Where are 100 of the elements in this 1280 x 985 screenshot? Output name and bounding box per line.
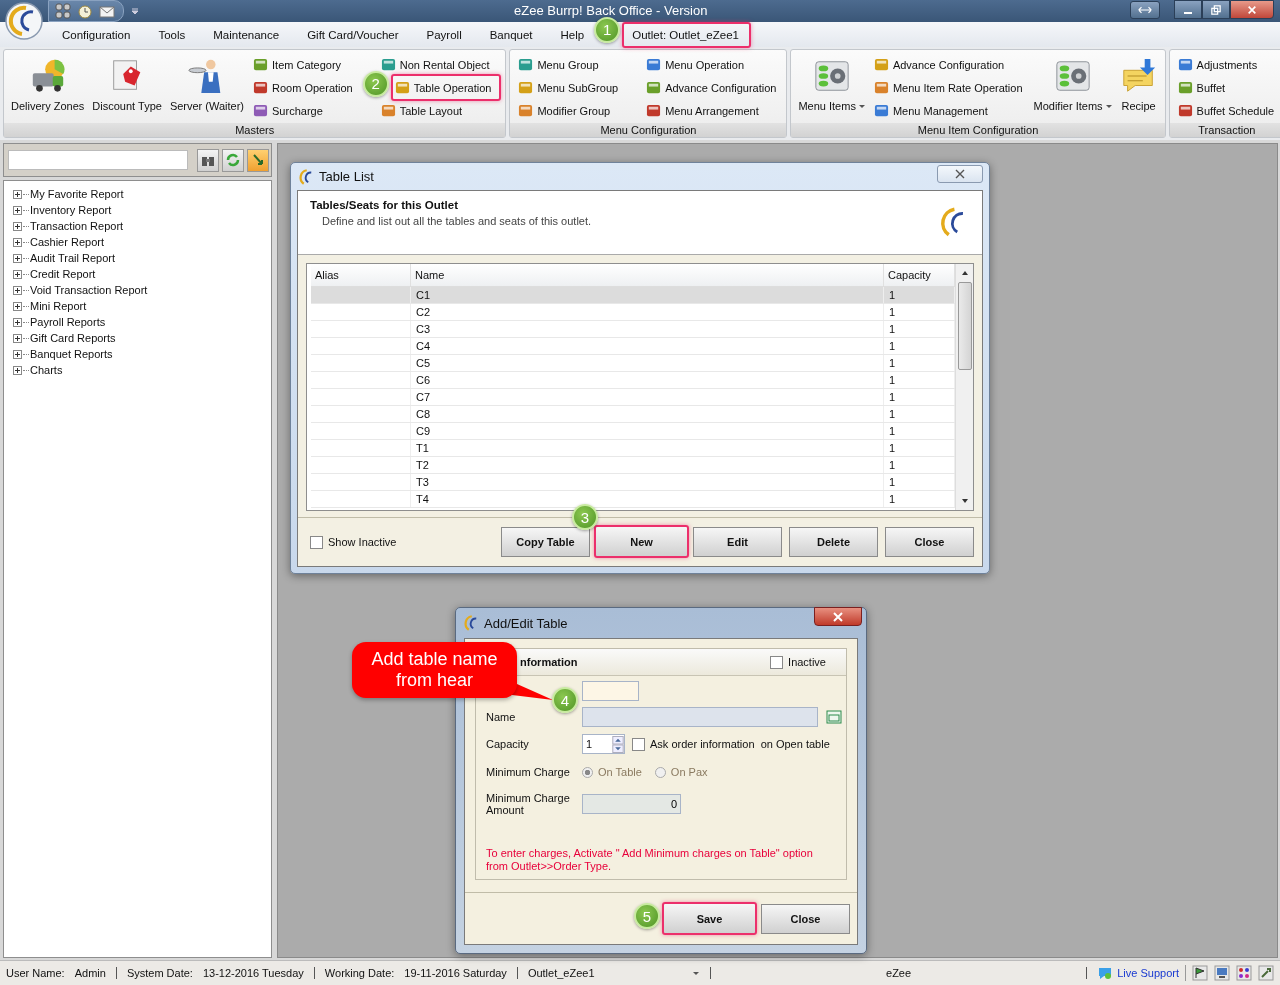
tool-icon[interactable] xyxy=(1258,965,1274,981)
checkbox[interactable] xyxy=(310,535,323,549)
tree-item[interactable]: My Favorite Report xyxy=(30,188,124,200)
ribbon-button[interactable]: Delivery Zones xyxy=(8,53,88,123)
search-button[interactable] xyxy=(197,148,219,172)
ribbon-entry[interactable]: Buffet Schedule xyxy=(1173,100,1280,121)
checkbox[interactable] xyxy=(632,737,645,751)
column-header[interactable]: Name xyxy=(411,264,884,286)
expand-icon[interactable] xyxy=(13,237,22,247)
dialog-button[interactable]: Copy Table xyxy=(501,527,590,557)
scrollbar[interactable] xyxy=(955,264,973,510)
table-row[interactable]: C2 1 xyxy=(311,304,955,321)
maximize-button[interactable] xyxy=(1202,0,1230,19)
ribbon-button[interactable]: Recipe xyxy=(1116,53,1161,123)
table-row[interactable]: T1 1 xyxy=(311,440,955,457)
table-row[interactable]: C3 1 xyxy=(311,321,955,338)
ribbon-entry[interactable]: Advance Configuration xyxy=(869,54,1011,75)
ribbon-entry[interactable]: Modifier Group xyxy=(514,100,617,121)
ribbon-entry[interactable]: Adjustments xyxy=(1173,54,1264,75)
menu-item[interactable]: Help xyxy=(558,25,587,44)
ribbon-entry[interactable]: Room Operation xyxy=(249,77,359,98)
grid-icon[interactable] xyxy=(55,3,71,19)
expand-icon[interactable] xyxy=(13,317,22,327)
menu-item[interactable]: Banquet xyxy=(487,25,535,44)
capacity-spinner[interactable]: 1 xyxy=(582,734,625,754)
tree-item[interactable]: Gift Card Reports xyxy=(30,332,116,344)
outlet-selector[interactable]: Outlet_eZee1 xyxy=(527,967,595,979)
close-button[interactable] xyxy=(814,607,862,626)
alias-field[interactable] xyxy=(582,681,639,701)
dialog-button[interactable]: Edit xyxy=(693,527,782,557)
tree-item[interactable]: Banquet Reports xyxy=(30,348,113,360)
dots-icon[interactable] xyxy=(1236,965,1252,981)
ribbon-entry[interactable]: Menu Management xyxy=(869,100,994,121)
close-button[interactable] xyxy=(1230,0,1274,19)
spin-arrows-icon[interactable] xyxy=(612,735,624,753)
expand-icon[interactable] xyxy=(13,221,22,231)
table-row[interactable]: C5 1 xyxy=(311,355,955,372)
table-row[interactable]: T2 1 xyxy=(311,457,955,474)
ribbon-entry[interactable]: Table Operation xyxy=(390,74,502,101)
ribbon-button[interactable]: Modifier Items xyxy=(1030,53,1115,123)
expand-icon[interactable] xyxy=(13,301,22,311)
refresh-button[interactable] xyxy=(222,148,244,172)
table-row[interactable]: C4 1 xyxy=(311,338,955,355)
dialog-button[interactable]: Close xyxy=(761,903,850,934)
menu-item[interactable]: Maintenance xyxy=(211,25,282,44)
sort-button[interactable] xyxy=(247,148,269,172)
ribbon-button[interactable]: Discount Type xyxy=(89,53,165,123)
tree-item[interactable]: Void Transaction Report xyxy=(30,284,148,296)
ribbon-entry[interactable]: Item Category xyxy=(249,54,348,75)
dialog-button[interactable]: Close xyxy=(885,527,974,557)
expand-icon[interactable] xyxy=(13,349,22,359)
expand-icon[interactable] xyxy=(13,365,22,375)
column-header[interactable]: Alias xyxy=(311,264,411,286)
tree-item[interactable]: Payroll Reports xyxy=(30,316,106,328)
mail-icon[interactable] xyxy=(99,3,115,19)
ribbon-entry[interactable]: Menu SubGroup xyxy=(514,77,625,98)
tree-item[interactable]: Cashier Report xyxy=(30,236,104,248)
tree-item[interactable]: Inventory Report xyxy=(30,204,112,216)
search-field[interactable] xyxy=(8,150,188,170)
dialog-button[interactable]: New xyxy=(594,525,689,558)
ribbon-entry[interactable]: Buffet xyxy=(1173,77,1232,98)
minimize-button[interactable] xyxy=(1174,0,1202,19)
tree-item[interactable]: Audit Trail Report xyxy=(30,252,115,264)
live-support-link[interactable]: Live Support xyxy=(1117,967,1179,979)
table-row[interactable]: C1 1 xyxy=(311,287,955,304)
expand-icon[interactable] xyxy=(13,189,22,199)
tree-item[interactable]: Credit Report xyxy=(30,268,96,280)
tree-item[interactable]: Transaction Report xyxy=(30,220,124,232)
ribbon-button[interactable]: Server (Waiter) xyxy=(166,53,248,123)
scroll-thumb[interactable] xyxy=(957,282,972,370)
clock-icon[interactable] xyxy=(77,3,93,19)
dialog-button[interactable]: Save xyxy=(662,902,757,935)
menu-item[interactable]: Tools xyxy=(156,25,188,44)
amount-field[interactable]: 0 xyxy=(582,794,681,814)
radio-button[interactable] xyxy=(654,766,666,778)
flag-icon[interactable] xyxy=(1192,965,1208,981)
ribbon-entry[interactable]: Menu Arrangement xyxy=(642,100,765,121)
checkbox[interactable] xyxy=(770,655,784,669)
table-row[interactable]: T3 1 xyxy=(311,474,955,491)
expand-icon[interactable] xyxy=(13,285,22,295)
expand-icon[interactable] xyxy=(13,269,22,279)
ribbon-entry[interactable]: Surcharge xyxy=(249,100,329,121)
expand-icon[interactable] xyxy=(13,205,22,215)
name-field[interactable] xyxy=(582,707,818,727)
ribbon-button[interactable]: Menu Items xyxy=(795,53,868,123)
tree-item[interactable]: Charts xyxy=(30,364,63,376)
menu-item[interactable]: Configuration xyxy=(60,25,133,44)
ribbon-entry[interactable]: Menu Item Rate Operation xyxy=(869,77,1029,98)
menu-item[interactable]: Gift Card/Voucher xyxy=(305,25,401,44)
ribbon-entry[interactable]: Menu Group xyxy=(514,54,605,75)
computer-icon[interactable] xyxy=(1214,965,1230,981)
table-row[interactable]: T4 1 xyxy=(311,491,955,508)
expand-icon[interactable] xyxy=(13,333,22,343)
radio-button[interactable] xyxy=(582,766,593,778)
table-row[interactable]: C7 1 xyxy=(311,389,955,406)
ribbon-entry[interactable]: Menu Operation xyxy=(642,54,751,75)
menu-item[interactable]: Payroll xyxy=(424,25,464,44)
table-row[interactable]: C8 1 xyxy=(311,406,955,423)
expand-icon[interactable] xyxy=(13,253,22,263)
dropdown-caret-icon[interactable] xyxy=(130,6,140,16)
